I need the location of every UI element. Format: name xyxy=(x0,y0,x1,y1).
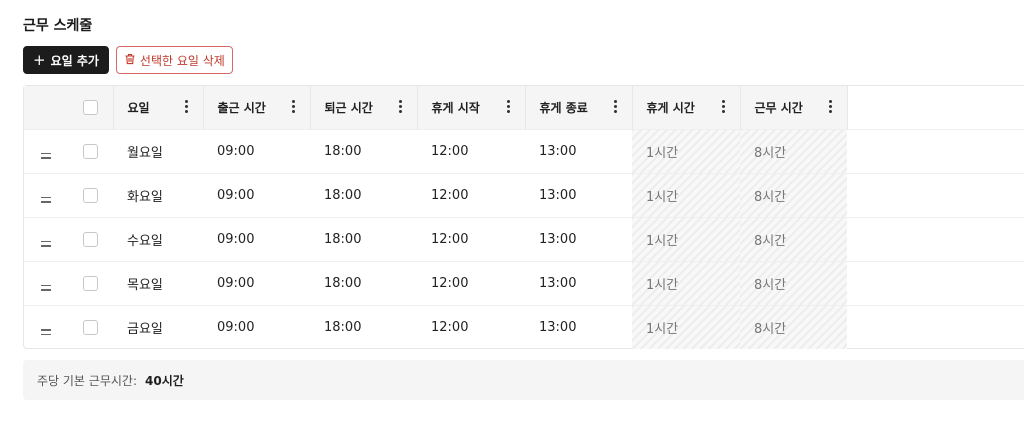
toolbar: + 요일 추가 선택한 요일 삭제 xyxy=(23,46,233,74)
drag-handle-icon[interactable] xyxy=(24,216,68,261)
table-row: 금요일 09:00 18:00 12:00 13:00 1시간 8시간 xyxy=(24,304,1024,349)
break-time-cell: 1시간 xyxy=(632,304,740,349)
table-row: 월요일 09:00 18:00 12:00 13:00 1시간 8시간 xyxy=(24,128,1024,173)
trash-icon xyxy=(124,53,136,68)
day-cell[interactable]: 수요일 xyxy=(113,216,203,261)
table-row: 목요일 09:00 18:00 12:00 13:00 1시간 8시간 xyxy=(24,260,1024,305)
drag-header xyxy=(24,86,68,129)
drag-handle-icon[interactable] xyxy=(24,304,68,349)
row-checkbox[interactable] xyxy=(83,187,98,203)
start-time-cell[interactable]: 09:00 xyxy=(203,304,310,349)
break-end-cell[interactable]: 13:00 xyxy=(525,172,632,217)
drag-handle-icon[interactable] xyxy=(24,260,68,305)
column-header-break-time[interactable]: 휴게 시간 xyxy=(632,86,741,129)
break-start-cell[interactable]: 12:00 xyxy=(417,260,525,305)
weekly-hours-value: 40시간 xyxy=(145,373,184,388)
schedule-table: 요일 출근 시간 퇴근 시간 휴게 시작 휴게 종료 휴게 시간 근무 시간 월… xyxy=(24,86,1024,349)
row-checkbox[interactable] xyxy=(83,319,98,335)
delete-selected-label: 선택한 요일 삭제 xyxy=(139,53,225,68)
break-start-cell[interactable]: 12:00 xyxy=(417,128,525,173)
end-time-cell[interactable]: 18:00 xyxy=(310,216,417,261)
end-time-cell[interactable]: 18:00 xyxy=(310,304,417,349)
break-end-cell[interactable]: 13:00 xyxy=(525,304,632,349)
start-time-cell[interactable]: 09:00 xyxy=(203,128,310,173)
weekly-hours-label: 주당 기본 근무시간: xyxy=(37,373,137,388)
column-menu-icon[interactable] xyxy=(398,100,403,113)
drag-handle-icon[interactable] xyxy=(24,128,68,173)
row-checkbox[interactable] xyxy=(83,143,98,159)
column-label: 근무 시간 xyxy=(754,100,803,115)
column-label: 출근 시간 xyxy=(217,100,266,115)
work-time-cell: 8시간 xyxy=(740,304,847,349)
column-label: 퇴근 시간 xyxy=(324,100,373,115)
break-time-cell: 1시간 xyxy=(632,216,740,261)
break-end-cell[interactable]: 13:00 xyxy=(525,128,632,173)
column-menu-icon[interactable] xyxy=(184,100,189,113)
work-time-cell: 8시간 xyxy=(740,216,847,261)
break-start-cell[interactable]: 12:00 xyxy=(417,216,525,261)
table-row: 수요일 09:00 18:00 12:00 13:00 1시간 8시간 xyxy=(24,216,1024,261)
day-cell[interactable]: 월요일 xyxy=(113,128,203,173)
work-time-cell: 8시간 xyxy=(740,172,847,217)
end-time-cell[interactable]: 18:00 xyxy=(310,260,417,305)
column-label: 휴게 시작 xyxy=(431,100,480,115)
column-header-end[interactable]: 퇴근 시간 xyxy=(310,86,418,129)
schedule-grid: 요일 출근 시간 퇴근 시간 휴게 시작 휴게 종료 휴게 시간 근무 시간 월… xyxy=(23,85,1024,349)
end-time-cell[interactable]: 18:00 xyxy=(310,172,417,217)
day-cell[interactable]: 금요일 xyxy=(113,304,203,349)
row-checkbox[interactable] xyxy=(83,231,98,247)
day-cell[interactable]: 목요일 xyxy=(113,260,203,305)
header-row: 요일 출근 시간 퇴근 시간 휴게 시작 휴게 종료 휴게 시간 근무 시간 xyxy=(24,86,1024,129)
column-header-work-time[interactable]: 근무 시간 xyxy=(740,86,848,129)
column-header-break-start[interactable]: 휴게 시작 xyxy=(417,86,526,129)
drag-handle-icon[interactable] xyxy=(24,172,68,217)
select-all-header xyxy=(68,86,114,129)
column-menu-icon[interactable] xyxy=(506,100,511,113)
break-end-cell[interactable]: 13:00 xyxy=(525,216,632,261)
delete-selected-button[interactable]: 선택한 요일 삭제 xyxy=(115,46,233,74)
column-label: 휴게 시간 xyxy=(646,100,695,115)
column-header-break-end[interactable]: 휴게 종료 xyxy=(525,86,633,129)
break-start-cell[interactable]: 12:00 xyxy=(417,172,525,217)
row-checkbox[interactable] xyxy=(83,275,98,291)
start-time-cell[interactable]: 09:00 xyxy=(203,172,310,217)
break-start-cell[interactable]: 12:00 xyxy=(417,304,525,349)
start-time-cell[interactable]: 09:00 xyxy=(203,216,310,261)
start-time-cell[interactable]: 09:00 xyxy=(203,260,310,305)
day-cell[interactable]: 화요일 xyxy=(113,172,203,217)
column-header-start[interactable]: 출근 시간 xyxy=(203,86,311,129)
header-filler xyxy=(847,86,1024,129)
work-time-cell: 8시간 xyxy=(740,260,847,305)
table-row: 화요일 09:00 18:00 12:00 13:00 1시간 8시간 xyxy=(24,172,1024,217)
add-day-label: 요일 추가 xyxy=(50,53,99,68)
break-end-cell[interactable]: 13:00 xyxy=(525,260,632,305)
select-all-checkbox[interactable] xyxy=(82,99,98,115)
break-time-cell: 1시간 xyxy=(632,128,740,173)
add-day-button[interactable]: + 요일 추가 xyxy=(23,46,109,74)
work-time-cell: 8시간 xyxy=(740,128,847,173)
column-menu-icon[interactable] xyxy=(828,100,833,113)
section-title: 근무 스케줄 xyxy=(23,18,93,34)
weekly-hours-summary: 주당 기본 근무시간: 40시간 xyxy=(23,360,1024,400)
column-header-day[interactable]: 요일 xyxy=(113,86,204,129)
break-time-cell: 1시간 xyxy=(632,260,740,305)
plus-icon: + xyxy=(33,50,46,69)
break-time-cell: 1시간 xyxy=(632,172,740,217)
column-menu-icon[interactable] xyxy=(613,100,618,113)
column-menu-icon[interactable] xyxy=(291,100,296,113)
column-label: 휴게 종료 xyxy=(539,100,588,115)
column-menu-icon[interactable] xyxy=(721,100,726,113)
column-label: 요일 xyxy=(127,100,150,115)
end-time-cell[interactable]: 18:00 xyxy=(310,128,417,173)
